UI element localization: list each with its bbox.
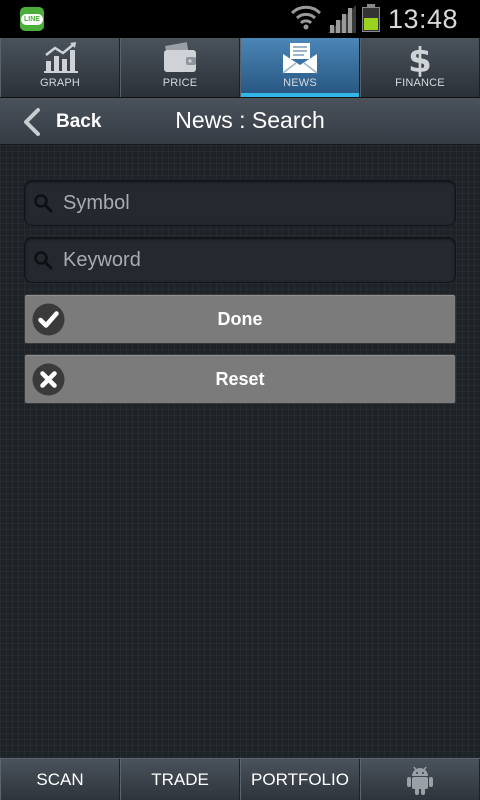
keyword-field[interactable]	[24, 237, 456, 283]
search-icon	[34, 194, 53, 213]
page-title: News : Search	[175, 107, 325, 133]
battery-icon	[362, 4, 380, 32]
graph-icon	[44, 42, 78, 73]
tab-finance[interactable]: $ FINANCE	[360, 38, 480, 97]
tab-android[interactable]	[360, 759, 480, 800]
tab-scan[interactable]: SCAN	[0, 759, 120, 800]
tab-trade[interactable]: TRADE	[120, 759, 240, 800]
wifi-icon	[290, 5, 322, 30]
tab-portfolio[interactable]: PORTFOLIO	[240, 759, 360, 800]
check-circle-icon	[32, 303, 65, 336]
svg-text:$: $	[408, 41, 432, 77]
tab-news[interactable]: NEWS	[240, 38, 360, 97]
tab-graph-label: GRAPH	[39, 77, 81, 89]
search-form: Done Reset	[0, 145, 480, 758]
reset-label: Reset	[215, 368, 265, 389]
line-app-icon[interactable]: LINE	[20, 7, 44, 31]
signal-icon	[328, 5, 356, 33]
dollar-icon: $	[408, 41, 432, 77]
wallet-icon	[164, 42, 196, 72]
tab-news-label: NEWS	[283, 77, 317, 89]
clock: 13:48	[388, 4, 459, 34]
done-button[interactable]: Done	[24, 294, 456, 344]
reset-button[interactable]: Reset	[24, 354, 456, 404]
search-icon	[34, 251, 53, 270]
done-label: Done	[217, 308, 263, 329]
status-bar: LINE 13:48	[0, 0, 480, 38]
envelope-icon	[282, 43, 318, 74]
tab-finance-label: FINANCE	[395, 77, 445, 89]
line-app-icon-text: LINE	[21, 13, 43, 25]
symbol-field[interactable]	[24, 180, 456, 226]
symbol-input[interactable]	[63, 191, 423, 215]
keyword-input[interactable]	[63, 248, 423, 272]
top-tab-bar: GRAPH PRICE NEWS $ FINANCE	[0, 38, 480, 98]
bottom-tab-bar: SCAN TRADE PORTFOLIO	[0, 758, 480, 800]
tab-graph[interactable]: GRAPH	[0, 38, 120, 97]
android-icon	[407, 766, 433, 795]
close-circle-icon	[32, 363, 65, 396]
tab-price-label: PRICE	[162, 77, 198, 89]
tab-price[interactable]: PRICE	[120, 38, 240, 97]
title-bar: Back News : Search	[0, 98, 480, 145]
